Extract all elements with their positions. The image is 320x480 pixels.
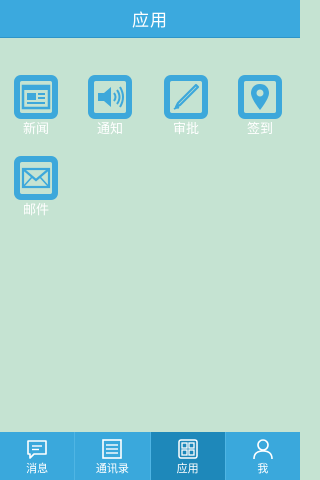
app-checkin[interactable]: 签到 — [228, 75, 292, 145]
tab-contacts[interactable]: 通讯录 — [75, 432, 151, 480]
location-pin-icon — [251, 84, 269, 110]
news-icon — [21, 84, 51, 110]
tab-messages[interactable]: 消息 — [0, 432, 76, 480]
app-icon-frame — [14, 75, 58, 119]
mail-icon — [21, 167, 51, 189]
contacts-icon — [102, 439, 123, 459]
message-icon — [27, 440, 47, 459]
app-label: 审批 — [172, 122, 199, 137]
apps-grid-icon — [177, 439, 198, 459]
tab-apps[interactable]: 应用 — [150, 432, 226, 480]
app-icon-frame — [14, 156, 58, 200]
app-label: 邮件 — [22, 203, 49, 218]
app-icon-frame — [88, 75, 132, 119]
user-icon — [253, 439, 273, 460]
pen-icon — [173, 83, 200, 110]
app-label: 签到 — [246, 122, 273, 137]
app-notice[interactable]: 通知 — [78, 75, 142, 145]
app-icon-frame — [238, 75, 282, 119]
speaker-icon — [98, 86, 124, 108]
tab-label: 我 — [257, 462, 269, 475]
tab-label: 消息 — [26, 462, 49, 475]
app-mail[interactable]: 邮件 — [4, 156, 68, 226]
tab-me[interactable]: 我 — [226, 432, 300, 480]
app-news[interactable]: 新闻 — [4, 75, 68, 145]
app-approval[interactable]: 审批 — [154, 75, 218, 145]
tab-label: 通讯录 — [95, 462, 129, 475]
bottom-tab-bar: 消息 通讯录 应用 我 — [0, 432, 300, 480]
app-icon-frame — [164, 75, 208, 119]
app-label: 通知 — [96, 122, 123, 137]
title-bar: 应用 — [0, 0, 300, 38]
page-title: 应用 — [132, 11, 168, 31]
app-label: 新闻 — [22, 122, 49, 137]
tab-label: 应用 — [176, 462, 199, 475]
